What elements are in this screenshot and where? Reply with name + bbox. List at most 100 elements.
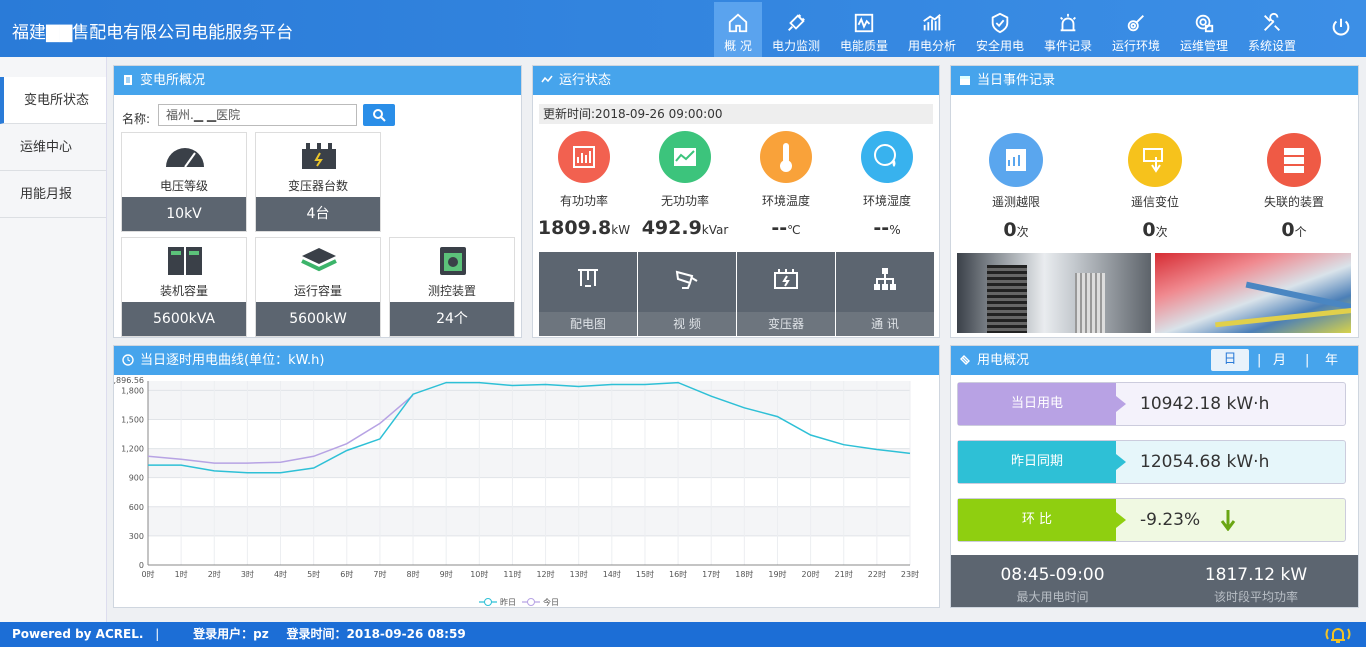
gear-badge-icon — [1195, 14, 1214, 33]
usage-tag: 当日用电 — [958, 383, 1126, 425]
top-bar: 福建▇▇售配电有限公司电能服务平台 概 况 电力监测 电能质量 用电分析 安全用… — [0, 0, 1366, 57]
tab-year[interactable]: 年 — [1325, 346, 1338, 375]
temperature-label: 环境温度 — [761, 194, 810, 208]
stat-value: 4台 — [256, 197, 380, 231]
nav-label: 系统设置 — [1247, 39, 1296, 53]
avg-power: 1817.12 kW — [1204, 565, 1308, 585]
stat-label: 运行容量 — [293, 284, 342, 298]
usage-value: 12054.68 kW·h — [1140, 452, 1270, 472]
nav-label: 运行环境 — [1111, 39, 1160, 53]
nav-event-log[interactable]: 事件记录 — [1034, 2, 1102, 57]
nav-power-monitor[interactable]: 电力监测 — [762, 2, 830, 57]
panel-header: 变电所概况 — [114, 66, 521, 95]
x-tick-label: 4时 — [274, 569, 287, 579]
search-icon — [373, 109, 386, 122]
event-number: 0 — [1142, 219, 1156, 241]
legend-marker — [484, 598, 492, 606]
stat-label: 电压等级 — [159, 179, 208, 193]
tile-transformer[interactable]: 变压器 — [737, 252, 835, 336]
usage-tag: 昨日同期 — [958, 441, 1126, 483]
x-tick-label: 23时 — [901, 569, 919, 579]
nav-label: 概 况 — [724, 39, 752, 53]
tab-day[interactable]: 日 — [1211, 349, 1249, 371]
nav-maintenance[interactable]: 运维管理 — [1170, 2, 1238, 57]
nav-environment[interactable]: 运行环境 — [1102, 2, 1170, 57]
temperature-value: --℃ — [736, 217, 836, 239]
humidity-label: 环境湿度 — [862, 194, 911, 208]
substation-name-select[interactable]: 福州.▁ ▁医院 — [158, 104, 357, 126]
nav-label: 安全用电 — [975, 39, 1024, 53]
event-label: 遥信变位 — [1130, 195, 1179, 209]
stat-value: 10kV — [122, 197, 246, 231]
distribution-icon — [578, 269, 598, 287]
x-tick-label: 16时 — [669, 569, 687, 579]
metric-unit: ℃ — [787, 223, 801, 237]
plug-icon — [788, 14, 805, 31]
metric-number: -- — [873, 217, 890, 239]
tile-video[interactable]: 视 频 — [638, 252, 736, 336]
x-tick-label: 15时 — [636, 569, 654, 579]
usage-value: -9.23% — [1140, 510, 1201, 530]
reactive-power-label: 无功功率 — [660, 194, 709, 208]
y-tick-label: 0 — [139, 561, 144, 570]
x-tick-label: 2时 — [208, 569, 221, 579]
nav-settings[interactable]: 系统设置 — [1238, 2, 1306, 57]
nav-label: 电能质量 — [839, 39, 888, 53]
stat-value: 5600kW — [256, 302, 380, 336]
usage-row-yesterday: 昨日同期 12054.68 kW·h — [957, 440, 1346, 484]
humidity-icon — [861, 131, 913, 183]
alarm-bell-icon[interactable] — [1324, 625, 1352, 644]
panel-title: 运行状态 — [559, 73, 612, 88]
grid-band — [148, 506, 910, 536]
sidebar-item-monthly-report[interactable]: 用能月报 — [0, 171, 106, 218]
panel-header: 用电概况 日 | 月 | 年 — [951, 346, 1358, 375]
event-label: 失联的装置 — [1263, 195, 1324, 209]
tab-divider: | — [1257, 353, 1262, 368]
gauge-icon — [166, 148, 204, 168]
update-time: 更新时间:2018-09-26 09:00:00 — [539, 104, 933, 124]
x-tick-label: 12时 — [536, 569, 554, 579]
panel-title: 变电所概况 — [140, 73, 206, 88]
nav-label: 电力监测 — [771, 39, 820, 53]
search-button[interactable] — [363, 104, 395, 126]
pulse-icon — [541, 75, 553, 83]
tile-distribution-diagram[interactable]: 配电图 — [539, 252, 637, 336]
event-unit: 个 — [1294, 225, 1307, 239]
clock-icon — [122, 354, 134, 366]
y-tick-label: 600 — [129, 503, 144, 512]
event-unit: 次 — [1155, 225, 1168, 239]
power-icon[interactable] — [1330, 16, 1352, 38]
telemetry-limit-icon — [989, 133, 1043, 187]
stat-label: 变压器台数 — [287, 179, 348, 193]
tile-label: 配电图 — [539, 312, 637, 336]
powered-by: Powered by ACREL. — [12, 627, 144, 641]
panel-header: 当日事件记录 — [951, 66, 1358, 95]
tile-communication[interactable]: 通 讯 — [836, 252, 934, 336]
main-nav: 概 况 电力监测 电能质量 用电分析 安全用电 事件记录 运行环境 运维管理 系… — [714, 2, 1306, 57]
nav-power-quality[interactable]: 电能质量 — [830, 2, 898, 57]
grid-band — [148, 390, 910, 420]
sidebar-item-substation-status[interactable]: 变电所状态 — [0, 77, 106, 124]
tile-label: 视 频 — [638, 312, 736, 336]
usage-row-today: 当日用电 10942.18 kW·h — [957, 382, 1346, 426]
cabinet-icon — [168, 247, 202, 275]
event-unit: 次 — [1016, 225, 1029, 239]
x-tick-label: 6时 — [340, 569, 353, 579]
x-tick-label: 1时 — [175, 569, 188, 579]
tab-month[interactable]: 月 — [1273, 346, 1286, 375]
metric-unit: % — [889, 223, 901, 237]
y-tick-label: 300 — [129, 532, 144, 541]
offline-device-icon — [1267, 133, 1321, 187]
shield-icon — [991, 12, 1009, 34]
wave-chart-icon — [854, 13, 874, 33]
nav-overview[interactable]: 概 况 — [714, 2, 762, 57]
sidebar-item-ops-center[interactable]: 运维中心 — [0, 124, 106, 171]
nav-safe-power[interactable]: 安全用电 — [966, 2, 1034, 57]
stat-label: 测控装置 — [427, 284, 476, 298]
nav-label: 用电分析 — [907, 39, 956, 53]
nav-usage-analysis[interactable]: 用电分析 — [898, 2, 966, 57]
running-capacity-card: 运行容量 5600kW — [255, 237, 381, 337]
login-user: 登录用户：pz — [193, 627, 269, 641]
legend-label: 昨日 — [500, 597, 516, 607]
calendar-icon — [960, 76, 970, 85]
